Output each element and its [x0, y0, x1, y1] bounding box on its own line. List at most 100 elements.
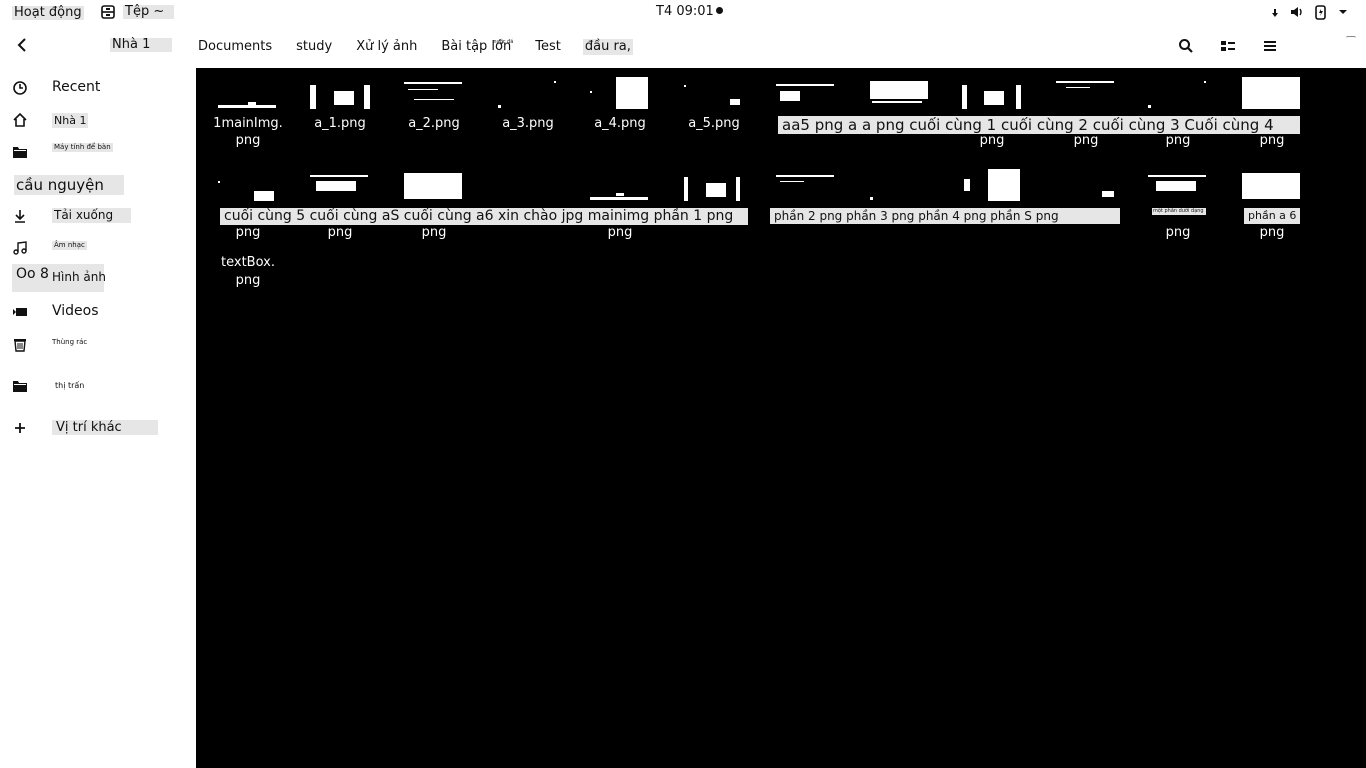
app-menu[interactable]: Tệp ~ — [101, 5, 175, 19]
file-thumbnail[interactable] — [870, 77, 930, 111]
file-cabinet-icon — [101, 5, 115, 19]
home-icon — [13, 112, 27, 127]
tab-dau-ra[interactable]: đầu ra, — [582, 39, 633, 55]
sidebar-item-thi-tran[interactable]: thị trấn — [0, 374, 196, 398]
file-thumbnail[interactable] — [404, 77, 464, 111]
header-bar: Nhà 1 Documents study Xử lý ảnh Bài tập … — [0, 26, 1366, 68]
sidebar-item-label: cầu nguyện — [14, 175, 124, 195]
file-names-banner[interactable]: aa5 png a a png cuối cùng 1 cuối cùng 2 … — [778, 116, 1300, 134]
download-icon — [15, 210, 25, 223]
file-thumbnail[interactable] — [684, 169, 744, 203]
sidebar-item-label: Âm nhạc — [52, 241, 87, 250]
file-name[interactable]: a_2.png — [396, 115, 472, 132]
sidebar-item-downloads[interactable]: Tải xuống — [0, 204, 196, 228]
file-thumbnail[interactable] — [962, 77, 1022, 111]
sidebar-item-trash[interactable]: Thùng rác — [0, 332, 196, 356]
file-thumbnail[interactable] — [776, 169, 836, 203]
file-name[interactable]: a_3.png — [490, 115, 566, 132]
path-bar: Documents study Xử lý ảnh Bài tập lớn nướ… — [198, 39, 657, 55]
file-thumbnail[interactable] — [684, 77, 744, 111]
file-name[interactable]: textBox. — [210, 254, 286, 271]
file-thumbnail[interactable] — [1242, 77, 1302, 111]
window-corner — [1346, 36, 1356, 38]
sidebar-item-videos[interactable]: Videos — [0, 300, 196, 324]
file-name-ext: png — [979, 133, 1005, 148]
sidebar-item-cau-nguyen[interactable]: cầu nguyện — [0, 175, 196, 199]
volume-icon — [1291, 7, 1302, 17]
music-icon — [13, 241, 27, 255]
file-thumbnail[interactable] — [218, 77, 278, 111]
file-thumbnail[interactable] — [1148, 77, 1208, 111]
sidebar-item-home[interactable]: Nhà 1 — [0, 108, 196, 132]
file-name-ext: png — [1259, 225, 1285, 240]
file-thumbnail[interactable] — [1148, 169, 1208, 203]
file-thumbnail[interactable] — [1242, 169, 1302, 203]
file-thumbnail[interactable] — [776, 77, 836, 111]
battery-icon — [1315, 5, 1326, 20]
video-icon — [13, 308, 27, 316]
file-thumbnail[interactable] — [962, 169, 1022, 203]
file-names-banner[interactable]: phần a 6 — [1244, 208, 1300, 224]
file-thumbnail[interactable] — [310, 169, 370, 203]
file-name-ext: png — [235, 133, 261, 148]
sidebar-item-label: Recent — [52, 79, 101, 95]
file-thumbnail[interactable] — [218, 169, 278, 203]
chevron-left-icon — [17, 38, 26, 52]
status-area[interactable] — [1270, 4, 1348, 20]
sidebar-item-label: Videos — [52, 303, 99, 319]
file-thumbnail[interactable] — [404, 169, 464, 203]
file-thumbnail[interactable] — [1056, 77, 1116, 111]
header-tools — [1178, 38, 1278, 54]
sidebar-item-label: Hình ảnh — [52, 270, 106, 284]
sidebar-item-label: Nhà 1 — [52, 113, 89, 128]
file-name-ext: png — [1259, 133, 1285, 148]
file-name-ext: png — [235, 225, 261, 240]
file-thumbnail[interactable] — [590, 77, 650, 111]
sidebar-item-music[interactable]: Âm nhạc — [0, 236, 196, 260]
file-names-banner[interactable]: một phần dưới dạng — [1152, 208, 1206, 215]
location-label[interactable]: Nhà 1 — [110, 38, 172, 52]
search-icon[interactable] — [1178, 38, 1194, 54]
tab-bai-tap-lon[interactable]: Bài tập lớn nước đá — [441, 39, 513, 55]
tab-xu-ly-anh[interactable]: Xử lý ảnh — [356, 39, 417, 55]
sidebar-item-label: Tải xuống — [52, 208, 132, 223]
menu-icon[interactable] — [1262, 38, 1278, 54]
file-names-banner[interactable]: cuối cùng 5 cuối cùng aS cuối cùng a6 xi… — [220, 208, 748, 225]
file-name[interactable]: 1mainImg. — [210, 115, 286, 132]
notification-dot — [715, 7, 723, 14]
sidebar-item-label: Máy tính để bàn — [52, 143, 113, 152]
sidebar-item-desktop[interactable]: Máy tính để bàn — [0, 140, 196, 164]
tab-test[interactable]: Test — [535, 39, 561, 55]
network-icon — [1272, 9, 1278, 17]
file-thumbnail[interactable] — [590, 169, 650, 203]
back-button[interactable] — [16, 37, 34, 57]
activities-button[interactable]: Hoạt động — [12, 6, 84, 20]
file-thumbnail[interactable] — [870, 169, 930, 203]
view-toggle-icon[interactable] — [1220, 38, 1236, 54]
clock-label: T4 09:01 — [656, 4, 714, 19]
clock-icon — [13, 81, 27, 95]
sidebar-item-other-locations[interactable]: Vị trí khác — [0, 416, 196, 440]
top-bar: Hoạt động Tệp ~ T4 09:01 — [0, 0, 1366, 26]
clock[interactable]: T4 09:01 — [656, 5, 723, 19]
app-menu-label: Tệp ~ — [123, 5, 175, 19]
sidebar-item-recent[interactable]: Recent — [0, 76, 196, 100]
file-name-ext: png — [327, 225, 353, 240]
file-name[interactable]: a_5.png — [676, 115, 752, 132]
file-thumbnail[interactable] — [1056, 169, 1116, 203]
file-name[interactable]: a_4.png — [582, 115, 658, 132]
file-thumbnail[interactable] — [498, 77, 558, 111]
tab-study[interactable]: study — [296, 39, 332, 55]
sidebar-item-label: Thùng rác — [52, 338, 88, 346]
file-name[interactable]: a_1.png — [302, 115, 378, 132]
file-names-banner[interactable]: phần 2 png phần 3 png phần 4 png phần S … — [770, 208, 1120, 224]
sidebar-item-label: Vị trí khác — [52, 420, 158, 435]
file-name-ext: png — [235, 273, 261, 288]
tab-documents[interactable]: Documents — [198, 39, 272, 55]
sidebar-item-pictures[interactable]: Oo 8 Hình ảnh — [0, 264, 196, 292]
trash-icon — [14, 339, 26, 352]
file-name-ext: png — [1165, 133, 1191, 148]
file-view: 1mainImg. png a_1.png a_2.png a_3.png a_… — [196, 68, 1366, 768]
folder-icon — [13, 381, 27, 392]
file-thumbnail[interactable] — [310, 77, 370, 111]
